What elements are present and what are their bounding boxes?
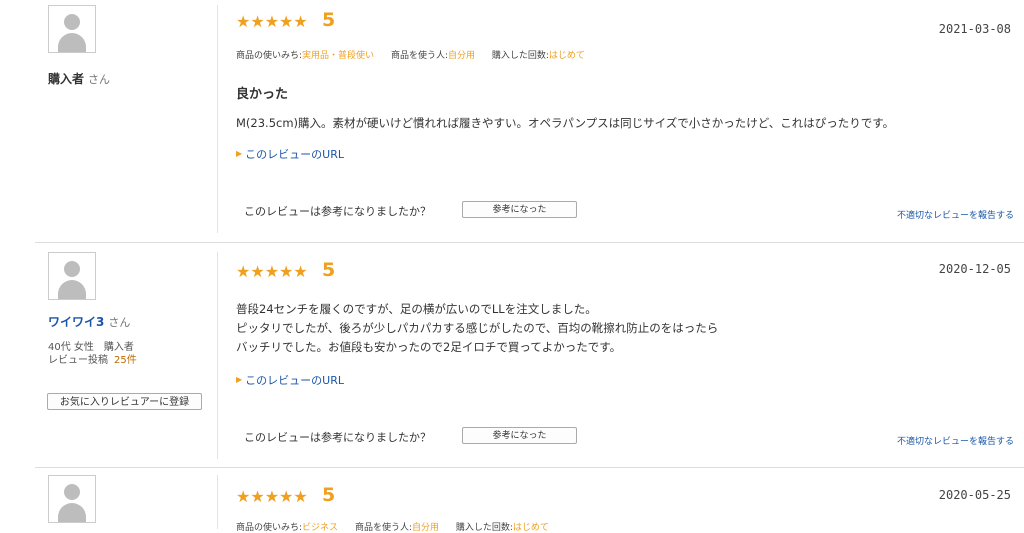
helpful-question: このレビューは参考になりましたか？: [244, 431, 431, 444]
user-label: 商品を使う人:: [354, 523, 412, 533]
report-link[interactable]: 不適切なレビューを報告する: [897, 208, 1014, 221]
usage-label: 商品の使いみち:: [236, 523, 303, 533]
triangle-right-icon: ▶: [236, 375, 243, 384]
report-link[interactable]: 不適切なレビューを報告する: [897, 434, 1014, 447]
avatar-body: [58, 33, 86, 52]
rating-score: 5: [322, 9, 336, 31]
count-label: 購入した回数:: [491, 51, 549, 61]
user-value: 自分用: [447, 51, 475, 61]
rating-score: 5: [322, 484, 336, 506]
avatar: [48, 252, 96, 300]
review-date: 2020-12-05: [938, 262, 1011, 276]
helpful-button[interactable]: 参考になった: [462, 201, 577, 218]
review-url-link[interactable]: ▶ このレビューのURL: [236, 146, 344, 162]
count-value: はじめて: [548, 51, 585, 61]
review-date: 2020-05-25: [938, 488, 1011, 502]
avatar-head: [64, 14, 80, 30]
column-divider: [217, 475, 218, 529]
user-label: 商品を使う人:: [390, 51, 448, 61]
avatar: [48, 475, 96, 523]
column-divider: [217, 5, 218, 233]
review-url-link[interactable]: ▶ このレビューのURL: [236, 372, 344, 388]
avatar-head: [64, 484, 80, 500]
avatar: [48, 5, 96, 53]
usage-label: 商品の使いみち:: [236, 51, 303, 61]
avatar-body: [58, 503, 86, 522]
count-value: はじめて: [512, 523, 549, 533]
review-url-text[interactable]: このレビューのURL: [245, 148, 344, 161]
rating-stars: ★★★★★: [236, 487, 308, 506]
usage-value: 実用品・普段使い: [302, 51, 375, 61]
review-meta: 商品の使いみち:ビジネス 商品を使う人:自分用 購入した回数:はじめて: [236, 520, 563, 533]
reviewer-demographic: 40代 女性 購入者: [48, 342, 134, 353]
reviewer-name: 購入者 さん: [48, 70, 110, 87]
rating-stars: ★★★★★: [236, 262, 308, 281]
helpful-button[interactable]: 参考になった: [462, 427, 577, 444]
review-body: M(23.5cm)購入。素材が硬いけど慣れれば履きやすい。オペラパンプスは同じサ…: [236, 114, 894, 133]
review-date: 2021-03-08: [938, 22, 1011, 36]
honorific: さん: [88, 73, 111, 86]
reviewer-name[interactable]: ワイワイ3 さん: [48, 313, 130, 330]
review-item: 購入者 さん ★★★★★ 5 2021-03-08 商品の使いみち:実用品・普段使…: [0, 0, 1024, 243]
post-count-label: レビュー投稿: [48, 355, 108, 366]
review-item: ★★★★★ 5 2020-05-25 商品の使いみち:ビジネス 商品を使う人:自…: [0, 468, 1024, 533]
rating-stars: ★★★★★: [236, 12, 308, 31]
count-label: 購入した回数:: [455, 523, 513, 533]
reviewer-name-text: 購入者: [48, 72, 85, 86]
avatar-body: [58, 280, 86, 299]
honorific: さん: [108, 316, 131, 329]
triangle-right-icon: ▶: [236, 149, 243, 158]
review-body-line: M(23.5cm)購入。素材が硬いけど慣れれば履きやすい。オペラパンプスは同じサ…: [236, 116, 895, 130]
column-divider: [217, 252, 218, 459]
add-favorite-reviewer-button[interactable]: お気に入りレビュアーに登録: [47, 393, 202, 410]
review-body-line: ピッタリでしたが、後ろが少しパカパカする感じがしたので、百均の靴擦れ防止のをはっ…: [236, 321, 719, 335]
usage-value: ビジネス: [302, 523, 339, 533]
review-meta: 商品の使いみち:実用品・普段使い 商品を使う人:自分用 購入した回数:はじめて: [236, 48, 599, 61]
user-value: 自分用: [411, 523, 439, 533]
rating-score: 5: [322, 259, 336, 281]
reviewer-profile: 40代 女性 購入者 レビュー投稿 25件: [48, 341, 137, 367]
review-item: ワイワイ3 さん 40代 女性 購入者 レビュー投稿 25件 お気に入りレビュアーに…: [0, 243, 1024, 468]
post-count-value[interactable]: 25件: [114, 355, 137, 366]
reviewer-name-text[interactable]: ワイワイ3: [48, 315, 104, 329]
reviewer-post-count: レビュー投稿 25件: [48, 354, 137, 367]
review-title: 良かった: [236, 87, 289, 102]
avatar-head: [64, 261, 80, 277]
review-body-line: バッチリでした。お値段も安かったので2足イロチで買ってよかったです。: [236, 340, 622, 354]
review-body-line: 普段24センチを履くのですが、足の横が広いのでLLを注文しました。: [236, 302, 597, 316]
review-url-text[interactable]: このレビューのURL: [245, 374, 344, 387]
helpful-question: このレビューは参考になりましたか？: [244, 205, 431, 218]
review-body: 普段24センチを履くのですが、足の横が広いのでLLを注文しました。 ピッタリでし…: [236, 300, 718, 357]
